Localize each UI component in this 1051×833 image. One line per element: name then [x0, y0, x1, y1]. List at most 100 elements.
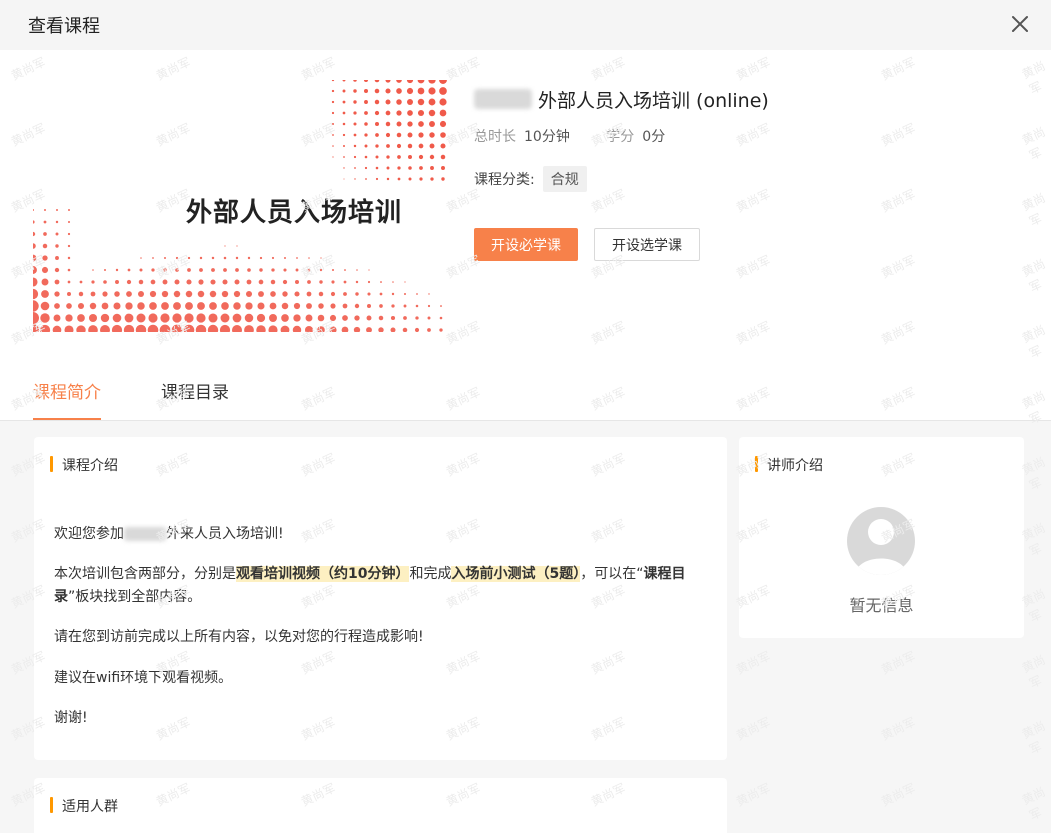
cover-decoration-dot	[111, 324, 123, 332]
cover-decoration-dot	[33, 300, 39, 312]
cover-decoration-dot	[223, 268, 227, 272]
cover-decoration-dot	[40, 313, 50, 323]
cover-decoration-dot	[270, 279, 276, 285]
cover-decoration-dot	[375, 166, 379, 170]
cover-decoration-dot	[92, 269, 94, 271]
cover-decoration-dot	[342, 80, 346, 82]
intro-paragraph: 建议在wifi环境下观看视频。	[54, 669, 233, 686]
cover-decoration-dot	[235, 256, 239, 260]
cover-decoration-dot	[42, 255, 48, 261]
cover-decoration-dot	[161, 302, 169, 310]
cover-decoration-dot	[112, 313, 122, 323]
cover-decoration-dot	[397, 166, 401, 170]
cover-decoration-dot	[319, 280, 323, 284]
cover-decoration-dot	[430, 177, 434, 181]
cover-decoration-dot	[174, 279, 180, 285]
tab-course-intro[interactable]: 课程简介	[33, 372, 101, 420]
cover-decoration-dot	[344, 269, 346, 271]
highlight-quiz: 入场前小测试（5题）	[451, 566, 581, 583]
cover-decoration-dot	[404, 281, 406, 283]
cover-decoration-dot	[363, 88, 369, 94]
cover-decoration-dot	[428, 80, 436, 84]
cover-decoration-dot	[440, 132, 446, 138]
cover-decoration-dot	[307, 268, 311, 272]
cover-decoration-dot	[331, 80, 335, 82]
cover-decoration-dot	[281, 314, 289, 322]
cover-decoration-dot	[415, 316, 419, 320]
cover-decoration-dot	[406, 87, 414, 95]
watermark-text: 黄尚军	[878, 648, 918, 677]
cover-decoration-dot	[185, 290, 193, 298]
set-required-button[interactable]: 开设必学课	[474, 228, 578, 261]
course-tabs: 课程简介 课程目录	[33, 372, 229, 420]
cover-decoration-dot	[374, 99, 380, 105]
cover-decoration-dot	[115, 280, 119, 284]
cover-decoration-dot	[342, 89, 346, 93]
cover-decoration-dot	[175, 268, 179, 272]
cover-decoration-dot	[33, 209, 34, 211]
cover-decoration-dot	[364, 111, 368, 115]
cover-decoration-dot	[67, 268, 71, 272]
cover-decoration-dot	[67, 256, 71, 260]
cover-decoration-dot	[77, 302, 85, 310]
cover-decoration-dot	[386, 155, 390, 159]
watermark-text: 黄尚军	[733, 648, 773, 677]
cover-decoration-dot	[270, 291, 276, 297]
cover-decoration-dot	[126, 291, 132, 297]
intro-text: 外来人员入场培训!	[166, 526, 284, 542]
cover-decoration-dot	[56, 209, 58, 211]
cover-decoration-dot	[244, 313, 254, 323]
cover-decoration-dot	[342, 303, 348, 309]
tab-course-catalog[interactable]: 课程目录	[161, 372, 229, 420]
cover-decoration-dot	[54, 267, 60, 273]
cover-decoration-dot	[268, 325, 278, 332]
cover-decoration-dot	[159, 324, 171, 332]
close-icon[interactable]	[1007, 11, 1033, 37]
cover-decoration-dot	[331, 100, 335, 104]
course-title: 外部人员入场培训 (online)	[474, 86, 1034, 112]
cover-decoration-dot	[43, 220, 47, 224]
cover-decoration-dot	[364, 122, 368, 126]
cover-decoration-dot	[33, 243, 36, 249]
cover-decoration-dot	[306, 291, 312, 297]
cover-decoration-dot	[175, 256, 179, 260]
cover-decoration-dot	[417, 109, 425, 117]
cover-decoration-dot	[41, 278, 49, 286]
cover-decoration-dot	[407, 110, 413, 116]
cover-decoration-dot	[281, 302, 289, 310]
cover-decoration-dot	[379, 292, 383, 296]
cover-decoration-dot	[124, 313, 134, 323]
audience-card: 适用人群	[34, 778, 727, 833]
avatar	[847, 507, 915, 575]
cover-decoration-dot	[353, 326, 361, 332]
cover-decoration-dot	[103, 280, 107, 284]
cover-decoration-dot	[396, 121, 402, 127]
cover-decoration-dot	[391, 304, 395, 308]
cover-decoration-dot	[439, 87, 447, 95]
cover-decoration-dot	[418, 143, 424, 149]
cover-decoration-dot	[172, 313, 182, 323]
course-category: 课程分类: 合规	[474, 166, 1034, 192]
cover-decoration-dot	[55, 232, 59, 236]
cover-decoration-dot	[292, 325, 302, 332]
cover-decoration-dot	[396, 99, 402, 105]
cover-decoration-dot	[342, 111, 346, 115]
cover-decoration-dot	[33, 220, 35, 224]
cover-decoration-dot	[304, 325, 314, 332]
set-elective-button[interactable]: 开设选学课	[594, 228, 700, 261]
cover-decoration-dot	[428, 293, 430, 295]
cover-decoration-dot	[406, 80, 414, 84]
cover-title: 外部人员入场培训	[186, 198, 403, 228]
cover-decoration-dot	[364, 155, 368, 159]
cover-decoration-dot	[365, 178, 367, 180]
cover-decoration-dot	[342, 122, 346, 126]
cover-decoration-dot	[33, 312, 39, 324]
cover-decoration-dot	[307, 280, 311, 284]
cover-decoration-dot	[197, 302, 205, 310]
cover-decoration-dot	[199, 268, 203, 272]
cover-decoration-dot	[114, 291, 120, 297]
cover-decoration-dot	[232, 313, 242, 323]
cover-decoration-dot	[220, 313, 230, 323]
cover-decoration-dot	[353, 155, 357, 159]
cover-decoration-dot	[245, 290, 253, 298]
